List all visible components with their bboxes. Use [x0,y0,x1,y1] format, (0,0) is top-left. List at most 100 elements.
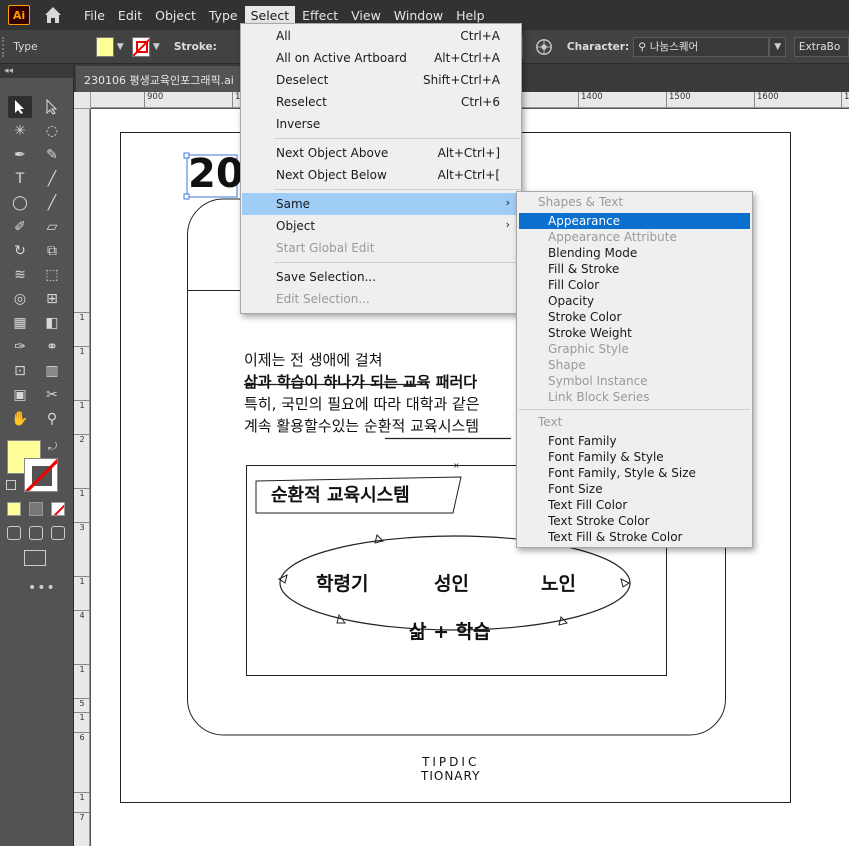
menu-item-save-selection[interactable]: Save Selection... [242,266,520,288]
document-tab[interactable]: 230106 평생교육인포그래픽.ai [76,66,246,92]
submenu-item-opacity[interactable]: Opacity [519,293,750,309]
vertical-ruler[interactable]: 1 1 1 2 1 3 1 4 1 5 1 6 1 7 [74,92,90,846]
type-tool-icon[interactable]: T [8,168,32,190]
menu-item-same[interactable]: Same › [242,193,520,215]
symbol-sprayer-icon[interactable]: ⊡ [8,360,32,382]
submenu-item-text-fill-color[interactable]: Text Fill Color [519,497,750,513]
eraser-icon[interactable]: ▱ [40,216,64,238]
font-style-field[interactable]: ExtraBo [793,36,849,57]
submenu-item-blending-mode[interactable]: Blending Mode [519,245,750,261]
menu-item-all[interactable]: All Ctrl+A [242,25,520,47]
paintbrush-icon[interactable]: ╱ [40,192,64,214]
submenu-item-stroke-weight[interactable]: Stroke Weight [519,325,750,341]
menu-edit[interactable]: Edit [112,6,148,25]
chevron-down-icon[interactable]: ▼ [153,42,160,52]
heading-fragment[interactable]: 20 [188,151,244,197]
menu-separator [274,138,520,139]
shape-builder-icon[interactable]: ◎ [8,288,32,310]
cycle-center-label[interactable]: 삶 + 학습 [409,617,491,644]
stroke-swatch[interactable] [131,36,150,57]
draw-inside-icon[interactable] [51,526,65,540]
chevron-down-icon[interactable]: ▼ [769,36,786,57]
menu-object[interactable]: Object [149,6,202,25]
app-logo: Ai [8,5,30,25]
perspective-grid-icon[interactable]: ⊞ [40,288,64,310]
menu-item-start-global-edit: Start Global Edit [276,241,375,255]
paragraph-line: 계속 활용할수있는 순환적 교육시스템 [244,417,480,435]
menu-item-reselect[interactable]: Reselect Ctrl+6 [242,91,520,113]
curvature-tool-icon[interactable]: ✎ [40,144,64,166]
width-tool-icon[interactable]: ≋ [8,264,32,286]
submenu-item-stroke-color[interactable]: Stroke Color [519,309,750,325]
submenu-item-font-family-style[interactable]: Font Family & Style [519,449,750,465]
menu-item-next-object-above[interactable]: Next Object Above Alt+Ctrl+] [242,142,520,164]
fill-swatch[interactable] [95,36,114,57]
none-mode-icon[interactable] [51,502,65,516]
submenu-header-text: Text [538,415,563,429]
menu-view[interactable]: View [345,6,387,25]
gradient-tool-icon[interactable]: ◧ [40,312,64,334]
submenu-item-font-family-style-size[interactable]: Font Family, Style & Size [519,465,750,481]
menu-file[interactable]: File [78,6,111,25]
zoom-tool-icon[interactable]: ⚲ [40,408,64,430]
ellipse-tool-icon[interactable]: ◯ [8,192,32,214]
menu-item-next-object-below[interactable]: Next Object Below Alt+Ctrl+[ [242,164,520,186]
menu-select[interactable]: Select [244,5,296,25]
cycle-label-senior[interactable]: 노인 [541,569,576,596]
swap-colors-icon[interactable]: ⤾ [48,440,57,454]
pen-tool-icon[interactable]: ✒ [8,144,32,166]
line-tool-icon[interactable]: ╱ [40,168,64,190]
system-title[interactable]: 순환적 교육시스템 [271,481,410,507]
grip-handle[interactable] [2,36,9,57]
menu-item-inverse[interactable]: Inverse [242,113,520,135]
submenu-item-text-stroke-color[interactable]: Text Stroke Color [519,513,750,529]
submenu-item-text-fill-stroke-color[interactable]: Text Fill & Stroke Color [519,529,750,545]
hand-tool-icon[interactable]: ✋ [8,408,32,430]
cycle-label-adult[interactable]: 성인 [434,569,469,596]
blend-tool-icon[interactable]: ⚭ [40,336,64,358]
tipdictionary-logo[interactable]: TIPDIC TIONARY [421,755,480,783]
mesh-tool-icon[interactable]: ▦ [8,312,32,334]
submenu-item-appearance[interactable]: Appearance [519,213,750,229]
menu-list: File Edit Object Type Select Effect View… [78,5,492,25]
direct-selection-tool-icon[interactable] [40,96,64,118]
recolor-icon[interactable] [535,37,553,57]
submenu-item-font-size[interactable]: Font Size [519,481,750,497]
draw-normal-icon[interactable] [7,526,21,540]
menu-item-deselect[interactable]: Deselect Shift+Ctrl+A [242,69,520,91]
stroke-color-box[interactable] [24,458,58,492]
submenu-item-fill-stroke[interactable]: Fill & Stroke [519,261,750,277]
gradient-mode-icon[interactable] [29,502,43,516]
submenu-item-fill-color[interactable]: Fill Color [519,277,750,293]
menu-effect[interactable]: Effect [296,6,344,25]
chevron-down-icon[interactable]: ▼ [117,42,124,52]
selection-tool-icon[interactable] [8,96,32,118]
home-icon[interactable] [42,4,64,26]
artboard-tool-icon[interactable]: ▣ [8,384,32,406]
draw-behind-icon[interactable] [29,526,43,540]
lasso-icon[interactable]: ◌ [40,120,64,142]
menu-type[interactable]: Type [203,6,244,25]
shaper-tool-icon[interactable]: ✐ [8,216,32,238]
cycle-label-school-age[interactable]: 학령기 [316,569,368,596]
menu-help[interactable]: Help [450,6,491,25]
more-tools-icon[interactable]: ••• [28,580,56,596]
column-graph-icon[interactable]: ▥ [40,360,64,382]
default-colors-icon[interactable] [6,480,16,490]
tools-collapse[interactable]: ◂◂ [0,64,73,78]
ruler-origin[interactable] [74,92,91,109]
menu-window[interactable]: Window [388,6,449,25]
magic-wand-icon[interactable]: ✳ [8,120,32,142]
menu-item-all-on-artboard[interactable]: All on Active Artboard Alt+Ctrl+A [242,47,520,69]
slice-tool-icon[interactable]: ✂ [40,384,64,406]
free-transform-icon[interactable]: ⬚ [40,264,64,286]
eyedropper-icon[interactable]: ✑ [8,336,32,358]
menu-item-object[interactable]: Object › [242,215,520,237]
rotate-tool-icon[interactable]: ↻ [8,240,32,262]
scale-tool-icon[interactable]: ⧉ [40,240,64,262]
screen-mode-icon[interactable] [24,550,46,566]
submenu-item-font-family[interactable]: Font Family [519,433,750,449]
color-mode-icon[interactable] [7,502,21,516]
font-family-field[interactable]: ⚲ 나눔스퀘어 [633,36,770,57]
paragraph-text[interactable]: 이제는 전 생애에 걸쳐 삶과 학습이 하나가 되는 교육 패러다 특히, 국민… [244,349,480,437]
